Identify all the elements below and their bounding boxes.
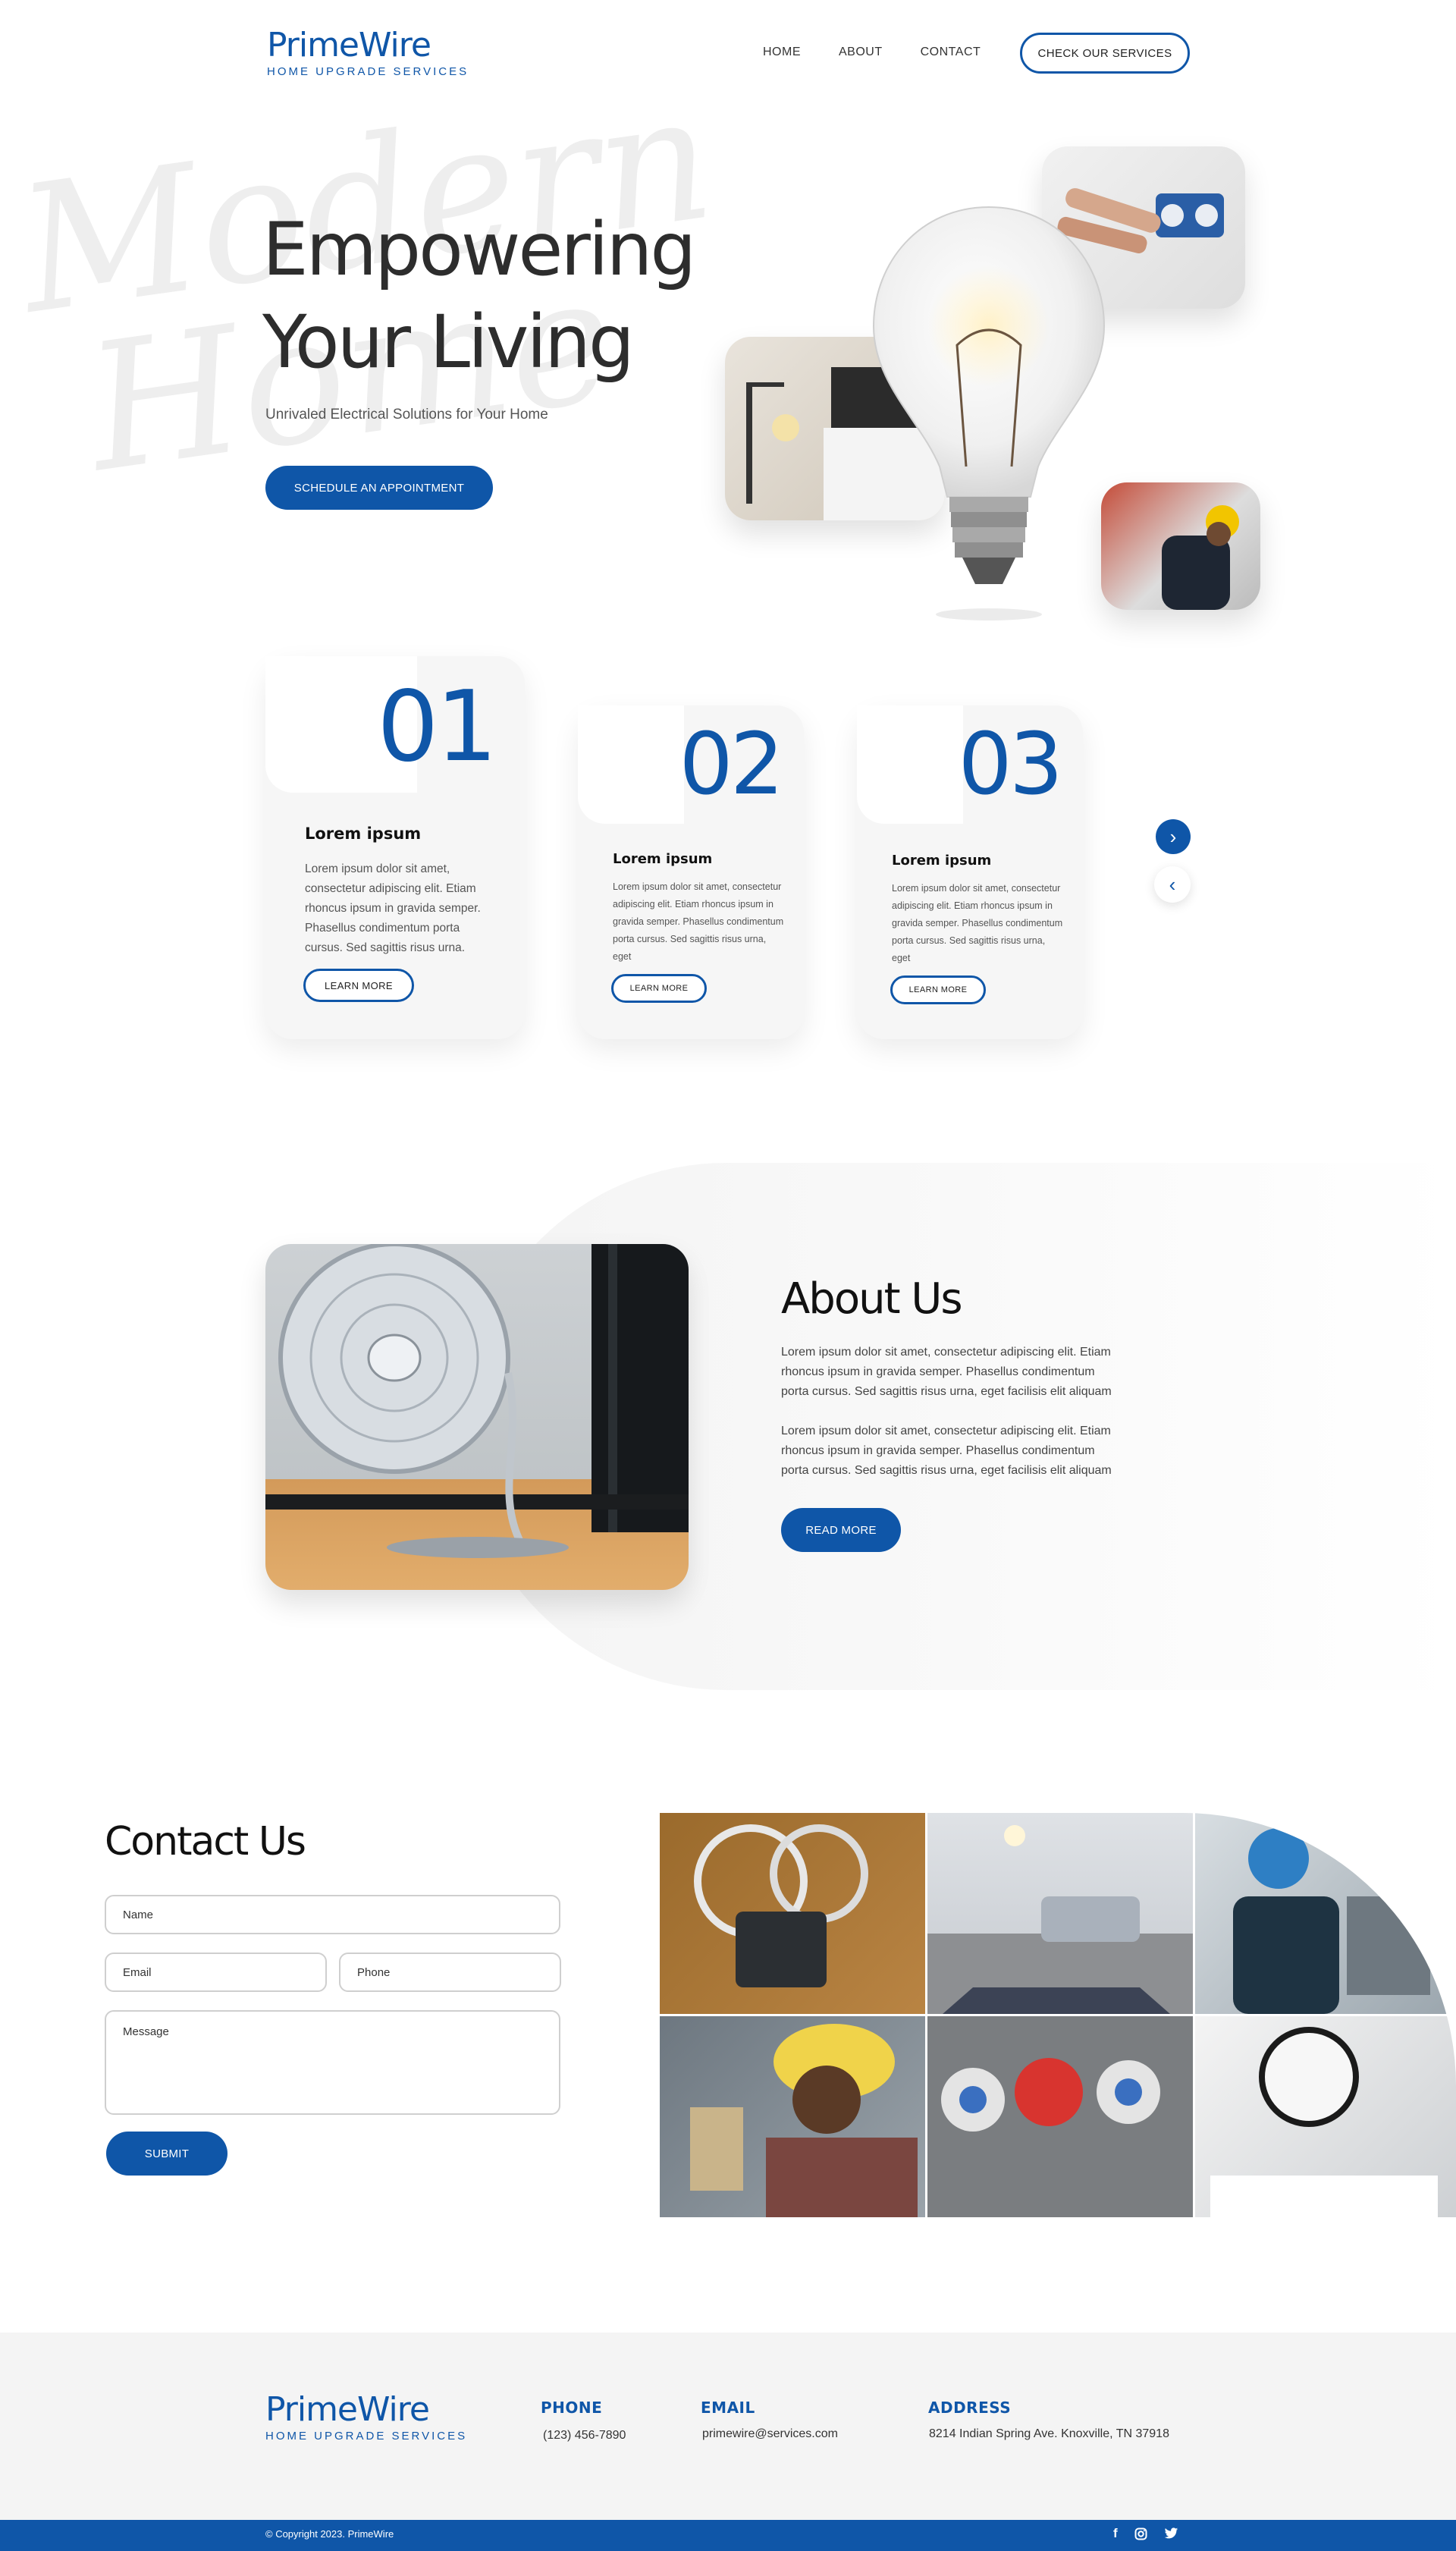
learn-more-button-2[interactable]: LEARN MORE (611, 974, 707, 1003)
gallery-tile-bathroom (1195, 2016, 1456, 2217)
step-card-1: 01 Lorem ipsum Lorem ipsum dolor sit ame… (265, 656, 525, 1039)
footer-logo-name: PrimeWire (265, 2390, 430, 2429)
step-text-3: Lorem ipsum dolor sit amet, consectetur … (892, 883, 1063, 963)
email-input[interactable] (105, 1953, 327, 1992)
service-gallery (660, 1813, 1456, 2217)
step-card-3: 03 Lorem ipsum Lorem ipsum dolor sit ame… (857, 705, 1083, 1039)
footer (0, 2333, 1456, 2520)
gallery-tile-cables (660, 1813, 925, 2014)
about-title: About Us (781, 1274, 963, 1324)
photo-electrician-wall (1101, 482, 1260, 610)
electrician-illustration (1162, 505, 1239, 610)
gallery-tile-helmet-worker (660, 2016, 925, 2217)
site-logo[interactable]: PrimeWire HOME UPGRADE SERVICES (267, 26, 469, 79)
gallery-tile-living-room (927, 1813, 1193, 2014)
check-services-button[interactable]: CHECK OUR SERVICES (1020, 33, 1190, 74)
step-card-notch (857, 705, 963, 824)
phone-input[interactable] (339, 1953, 561, 1992)
facebook-icon[interactable]: f (1113, 2526, 1118, 2541)
bottom-bar (0, 2520, 1456, 2551)
footer-address-value: 8214 Indian Spring Ave. Knoxville, TN 37… (929, 2427, 1169, 2440)
outlets-illustration (941, 2058, 1160, 2132)
step-title-1: Lorem ipsum (305, 825, 422, 843)
bathroom-illustration (1210, 2027, 1438, 2217)
light-bulb-image (872, 206, 1106, 620)
gallery-tile-technician (1195, 1813, 1456, 2014)
step-text-1: Lorem ipsum dolor sit amet, consectetur … (305, 862, 481, 954)
nav-contact-link[interactable]: CONTACT (921, 46, 981, 59)
about-paragraph-1: Lorem ipsum dolor sit amet, consectetur … (781, 1346, 1112, 1398)
nav-about-link[interactable]: ABOUT (839, 46, 883, 59)
carousel-prev-button[interactable]: ‹ (1154, 866, 1191, 903)
gallery-tile-outlets (927, 2016, 1193, 2217)
learn-more-button-3[interactable]: LEARN MORE (890, 975, 986, 1004)
technician-illustration (1233, 1828, 1430, 2014)
helmet-worker-illustration (690, 2024, 918, 2217)
step-title-3: Lorem ipsum (892, 853, 992, 869)
footer-email-value[interactable]: primewire@services.com (702, 2427, 838, 2441)
nav-home-link[interactable]: HOME (763, 46, 801, 59)
footer-logo[interactable]: PrimeWire HOME UPGRADE SERVICES (265, 2393, 467, 2443)
main-nav: HOME ABOUT CONTACT (763, 46, 981, 59)
chevron-left-icon: ‹ (1169, 872, 1176, 896)
step-card-notch (578, 705, 684, 824)
chevron-right-icon: › (1169, 825, 1177, 848)
step-text-2: Lorem ipsum dolor sit amet, consectetur … (613, 881, 784, 962)
twitter-icon[interactable] (1164, 2527, 1178, 2540)
step-title-2: Lorem ipsum (613, 851, 713, 867)
contact-title: Contact Us (105, 1819, 306, 1865)
about-fan-image (265, 1244, 689, 1590)
schedule-appointment-button[interactable]: SCHEDULE AN APPOINTMENT (265, 466, 493, 510)
logo-tagline: HOME UPGRADE SERVICES (267, 65, 469, 78)
logo-name: PrimeWire (267, 26, 431, 64)
fan-illustration (265, 1244, 689, 1558)
step-card-2: 02 Lorem ipsum Lorem ipsum dolor sit ame… (578, 705, 804, 1039)
step-number-1: 01 (377, 671, 497, 784)
step-number-2: 02 (679, 715, 784, 814)
footer-logo-tagline: HOME UPGRADE SERVICES (265, 2430, 468, 2443)
learn-more-button-1[interactable]: LEARN MORE (303, 969, 414, 1002)
footer-phone-value[interactable]: (123) 456-7890 (543, 2429, 626, 2443)
read-more-button[interactable]: READ MORE (781, 1508, 901, 1552)
instagram-icon[interactable] (1134, 2527, 1147, 2540)
cables-illustration (694, 1824, 868, 1987)
about-paragraph-2: Lorem ipsum dolor sit amet, consectetur … (781, 1425, 1112, 1477)
social-links: f (1113, 2526, 1178, 2541)
message-textarea[interactable] (105, 2010, 560, 2115)
submit-button[interactable]: SUBMIT (106, 2132, 228, 2176)
footer-email-label: EMAIL (701, 2399, 755, 2417)
hero-title-line-1: Empowering (262, 207, 696, 292)
hero-title: Empowering Your Living (262, 203, 696, 388)
step-number-3: 03 (958, 715, 1063, 814)
footer-phone-label: PHONE (541, 2399, 603, 2417)
copyright-text: © Copyright 2023. PrimeWire (265, 2528, 394, 2540)
hero-subtitle: Unrivaled Electrical Solutions for Your … (265, 407, 548, 423)
name-input[interactable] (105, 1895, 560, 1934)
living-room-illustration (943, 1825, 1170, 2014)
footer-address-label: ADDRESS (928, 2399, 1012, 2417)
hero-title-line-2: Your Living (262, 300, 635, 385)
carousel-next-button[interactable]: › (1156, 819, 1191, 854)
